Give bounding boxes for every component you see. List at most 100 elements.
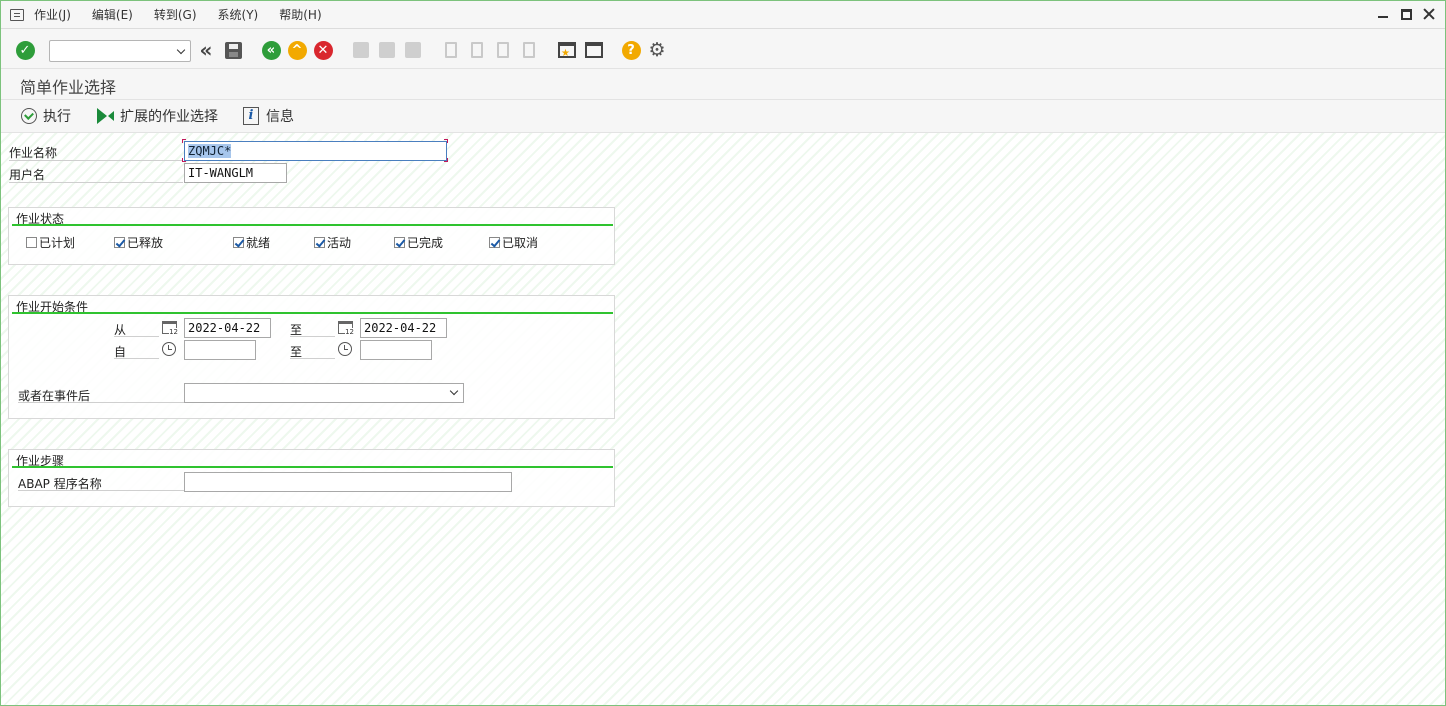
clock-icon[interactable]: [338, 342, 352, 356]
menu-edit[interactable]: 编辑(E): [92, 6, 133, 23]
exit-button[interactable]: ^: [287, 40, 307, 60]
job-name-input[interactable]: ZQMJC*: [184, 141, 447, 161]
event-label: 或者在事件后: [18, 387, 184, 403]
find-next-button[interactable]: [403, 40, 423, 60]
status-canceled-checkbox[interactable]: 已取消: [489, 234, 538, 251]
menu-system[interactable]: 系统(Y): [218, 6, 259, 23]
status-ready-checkbox[interactable]: 就绪: [233, 234, 270, 251]
abap-program-input[interactable]: [184, 472, 512, 492]
focus-corner-br: [444, 158, 448, 162]
minimize-icon[interactable]: [1378, 8, 1390, 20]
status-finished-checkbox[interactable]: 已完成: [394, 234, 443, 251]
help-button[interactable]: ?: [621, 40, 641, 60]
next-page-button[interactable]: [493, 40, 513, 60]
status-finished-label: 已完成: [407, 236, 444, 250]
next-page-icon: [497, 42, 509, 58]
standard-toolbar: ✓ « « ^ ✕ ★ ? ⚙: [1, 29, 1445, 69]
start-conditions-divider: [12, 312, 613, 314]
execute-icon: [21, 108, 37, 124]
enter-button[interactable]: ✓: [15, 40, 35, 60]
command-field[interactable]: [49, 40, 191, 62]
menu-bar: 作业(J) 编辑(E) 转到(G) 系统(Y) 帮助(H): [1, 1, 1445, 29]
content-area: 作业名称 ZQMJC* 用户名 IT-WANGLM 作业状态 已计划 已释放 就…: [1, 133, 1445, 705]
print-button[interactable]: [351, 40, 371, 60]
time-to-input[interactable]: [360, 340, 432, 360]
title-bar: 简单作业选择: [1, 69, 1445, 100]
checkbox-unchecked-icon: [26, 237, 37, 248]
app-menu-icon[interactable]: [10, 8, 24, 21]
date-to-label: 至: [290, 321, 335, 337]
prev-page-button[interactable]: [467, 40, 487, 60]
find-next-icon: [405, 42, 421, 58]
calendar-icon[interactable]: [338, 321, 354, 336]
help-icon: ?: [621, 40, 641, 60]
menu-job[interactable]: 作业(J): [34, 6, 71, 23]
execute-button[interactable]: 执行: [21, 106, 71, 126]
calendar-icon[interactable]: [162, 321, 178, 336]
extended-icon: [97, 108, 107, 124]
cancel-button[interactable]: ✕: [313, 40, 333, 60]
checkbox-checked-icon: [314, 237, 325, 248]
date-to-input[interactable]: 2022-04-22: [360, 318, 447, 338]
focus-corner-tr: [444, 139, 448, 143]
status-active-label: 活动: [327, 236, 352, 250]
first-page-icon: [445, 42, 457, 58]
user-name-label: 用户名: [9, 166, 183, 183]
gear-icon: ⚙: [648, 39, 666, 61]
info-icon: i: [243, 107, 259, 125]
status-planned-label: 已计划: [39, 236, 76, 250]
status-ready-label: 就绪: [246, 236, 271, 250]
event-dropdown[interactable]: [184, 383, 464, 403]
first-page-button[interactable]: [441, 40, 461, 60]
status-released-checkbox[interactable]: 已释放: [114, 234, 163, 251]
checkbox-checked-icon: [394, 237, 405, 248]
last-page-icon: [523, 42, 535, 58]
maximize-icon[interactable]: [1401, 8, 1412, 20]
job-name-label: 作业名称: [9, 144, 183, 161]
clock-icon[interactable]: [162, 342, 176, 356]
application-toolbar: 执行 扩展的作业选择 i 信息: [1, 100, 1445, 133]
double-chevron-left-icon: «: [199, 38, 213, 62]
print-icon: [353, 42, 369, 58]
settings-button[interactable]: ⚙: [647, 40, 667, 60]
exit-icon: ^: [287, 40, 307, 60]
window-controls: [1378, 8, 1435, 20]
time-from-input[interactable]: [184, 340, 256, 360]
save-icon: [224, 41, 242, 59]
new-session-button[interactable]: ★: [557, 40, 577, 60]
back-double-button[interactable]: «: [196, 40, 216, 60]
info-label: 信息: [266, 109, 294, 125]
menu-goto[interactable]: 转到(G): [154, 6, 197, 23]
checkbox-checked-icon: [114, 237, 125, 248]
status-released-label: 已释放: [127, 236, 164, 250]
job-steps-group: 作业步骤 ABAP 程序名称: [8, 449, 615, 507]
execute-label: 执行: [43, 109, 71, 125]
time-to-label: 至: [290, 343, 335, 359]
shortcut-window-icon: [585, 42, 603, 58]
abap-program-label: ABAP 程序名称: [18, 475, 184, 491]
back-icon: «: [261, 40, 281, 60]
status-active-checkbox[interactable]: 活动: [314, 234, 351, 251]
extended-selection-label: 扩展的作业选择: [120, 109, 218, 125]
status-planned-checkbox[interactable]: 已计划: [26, 234, 75, 251]
user-name-input[interactable]: IT-WANGLM: [184, 163, 287, 183]
date-from-input[interactable]: 2022-04-22: [184, 318, 271, 338]
last-page-button[interactable]: [519, 40, 539, 60]
menu-help[interactable]: 帮助(H): [279, 6, 321, 23]
close-icon[interactable]: [1423, 8, 1435, 20]
job-steps-divider: [12, 466, 613, 468]
shortcut-button[interactable]: [584, 40, 604, 60]
find-button[interactable]: [377, 40, 397, 60]
find-icon: [379, 42, 395, 58]
focus-corner-tl: [182, 139, 186, 143]
info-button[interactable]: i 信息: [243, 106, 294, 126]
status-canceled-label: 已取消: [502, 236, 539, 250]
back-button[interactable]: «: [261, 40, 281, 60]
favorites-window-icon: ★: [558, 42, 576, 59]
checkbox-checked-icon: [489, 237, 500, 248]
checkmark-icon: ✓: [15, 40, 35, 60]
prev-page-icon: [471, 42, 483, 58]
extended-selection-button[interactable]: 扩展的作业选择: [97, 106, 218, 126]
date-from-label: 从: [114, 321, 159, 337]
save-button[interactable]: [223, 40, 243, 60]
